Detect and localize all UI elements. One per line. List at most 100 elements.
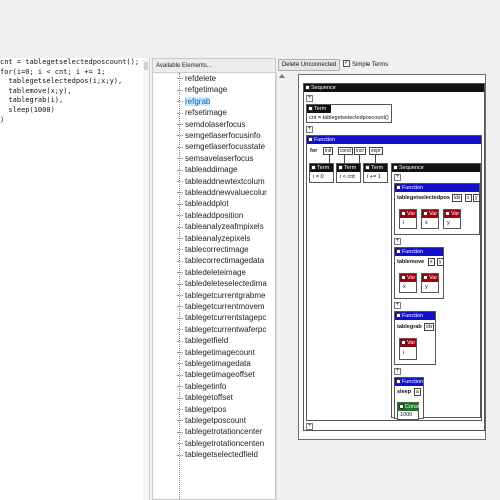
collapse-icon[interactable] — [396, 379, 401, 384]
element-item-refgetimage[interactable]: refgetimage — [177, 84, 275, 95]
element-item-tabledeleteimage[interactable]: tabledeleteimage — [177, 267, 275, 278]
element-item-semgetlaserfocusstate[interactable]: semgetlaserfocusstate — [177, 141, 275, 152]
available-elements-list[interactable]: refdelete refgetimage refgrab refsetimage se… — [153, 73, 275, 499]
param-incr[interactable]: incr — [354, 147, 367, 155]
collapse-icon[interactable] — [396, 249, 401, 254]
inner-sequence-block[interactable]: Sequence + Function tablegetselectedpos … — [391, 163, 481, 420]
element-item-tablegetcurrentwaferpc[interactable]: tablegetcurrentwaferpc — [177, 324, 275, 335]
code-line[interactable]: sleep(1000) — [0, 106, 149, 116]
element-item-tablegetcurrentmovem[interactable]: tablegetcurrentmovem — [177, 301, 275, 312]
delete-unconnected-button[interactable]: Delete Unconnected — [278, 59, 340, 71]
var-block[interactable]: Var y — [443, 209, 461, 229]
collapse-icon[interactable] — [365, 165, 370, 170]
collapse-icon[interactable] — [423, 275, 428, 280]
code-line[interactable]: ) — [0, 116, 149, 126]
code-line[interactable]: for(i=0; i < cnt; i += 1; — [0, 68, 149, 78]
element-item-tablegetimageoffset[interactable]: tablegetimageoffset — [177, 369, 275, 380]
element-item-tablecorrectimagedata[interactable]: tablecorrectimagedata — [177, 255, 275, 266]
collapse-icon[interactable] — [308, 106, 313, 111]
element-item-tablegetinfo[interactable]: tablegetinfo — [177, 381, 275, 392]
collapse-icon[interactable] — [311, 165, 316, 170]
collapse-icon[interactable] — [308, 137, 313, 142]
scroll-up-icon[interactable] — [279, 74, 285, 78]
element-item-tableanalyzepixels[interactable]: tableanalyzepixels — [177, 233, 275, 244]
for-function-block[interactable]: Function for init cond incr expr Term i … — [306, 135, 482, 421]
element-item-tableaddposition[interactable]: tableaddposition — [177, 210, 275, 221]
param-x[interactable]: x — [428, 258, 435, 266]
function-sleep[interactable]: Function sleep a Const 1000 — [394, 377, 424, 420]
element-item-tablegetcurrentstagepc[interactable]: tablegetcurrentstagepc — [177, 312, 275, 323]
var-block[interactable]: Var y — [421, 273, 439, 293]
add-icon[interactable]: + — [394, 174, 401, 181]
simple-terms-checkbox[interactable]: ✓ — [343, 59, 350, 67]
var-block[interactable]: Var i — [399, 209, 417, 229]
element-item-tableaddnewtextcolum[interactable]: tableaddnewtextcolum — [177, 176, 275, 187]
element-item-tablegetselectedfield[interactable]: tablegetselectedfield — [177, 449, 275, 460]
add-icon[interactable]: + — [306, 423, 313, 430]
element-item-tablegetimagedata[interactable]: tablegetimagedata — [177, 358, 275, 369]
add-icon[interactable]: + — [394, 238, 401, 245]
code-line[interactable]: cnt = tablegetselectedposcount(); — [0, 58, 149, 68]
param-y[interactable]: y — [473, 194, 480, 202]
element-item-tablegetpos[interactable]: tablegetpos — [177, 404, 275, 415]
collapse-icon[interactable] — [399, 404, 404, 409]
param-expr[interactable]: expr — [369, 147, 383, 155]
element-item-refsetimage[interactable]: refsetimage — [177, 107, 275, 118]
collapse-icon[interactable] — [396, 185, 401, 190]
scroll-grip[interactable] — [144, 62, 148, 70]
add-icon[interactable]: + — [306, 126, 313, 133]
cond-term-block[interactable]: Term i < cnt — [336, 163, 361, 183]
element-item-semgetlaserfocusinfo[interactable]: semgetlaserfocusinfo — [177, 130, 275, 141]
param-cond[interactable]: cond — [338, 147, 353, 155]
var-block[interactable]: Var i — [399, 338, 417, 360]
element-item-tableanalyzeafmpixels[interactable]: tableanalyzeafmpixels — [177, 221, 275, 232]
element-item-semdolaserfocus[interactable]: semdolaserfocus — [177, 119, 275, 130]
collapse-icon[interactable] — [401, 211, 406, 216]
collapse-icon[interactable] — [401, 340, 406, 345]
sequence-block[interactable]: Sequence + Term cnt = tablegetselectedpo… — [303, 83, 485, 431]
element-item-tablegetoffset[interactable]: tablegetoffset — [177, 392, 275, 403]
var-block[interactable]: Var x — [399, 273, 417, 293]
collapse-icon[interactable] — [396, 313, 401, 318]
collapse-icon[interactable] — [338, 165, 343, 170]
element-item-tablegetcurrentgrabme[interactable]: tablegetcurrentgrabme — [177, 290, 275, 301]
add-icon[interactable]: + — [306, 95, 313, 102]
program-canvas[interactable]: Sequence + Term cnt = tablegetselectedpo… — [298, 74, 486, 440]
collapse-icon[interactable] — [305, 85, 310, 90]
element-item-semsavelaserfocus[interactable]: semsavelaserfocus — [177, 153, 275, 164]
collapse-icon[interactable] — [401, 275, 406, 280]
elements-scrollbar[interactable] — [276, 72, 286, 500]
const-block[interactable]: Const 1000 — [397, 402, 419, 420]
param-y[interactable]: y — [437, 258, 444, 266]
collapse-icon[interactable] — [393, 165, 398, 170]
element-item-tableaddnewvaluecolur[interactable]: tableaddnewvaluecolur — [177, 187, 275, 198]
element-item-tablegetimagecount[interactable]: tablegetimagecount — [177, 347, 275, 358]
term-block[interactable]: Term cnt = tablegetselectedposcount() — [306, 104, 392, 123]
element-item-tablegetrotationcenten[interactable]: tablegetrotationcenten — [177, 438, 275, 449]
code-editor[interactable]: cnt = tablegetselectedposcount(); for(i=… — [0, 58, 150, 500]
element-item-tableaddplot[interactable]: tableaddplot — [177, 198, 275, 209]
code-line[interactable]: tablegrab(i), — [0, 96, 149, 106]
element-item-tablecorrectimage[interactable]: tablecorrectimage — [177, 244, 275, 255]
param-x[interactable]: x — [465, 194, 472, 202]
element-item-refgrab[interactable]: refgrab — [177, 96, 275, 107]
element-item-tableaddimage[interactable]: tableaddimage — [177, 164, 275, 175]
add-icon[interactable]: + — [394, 368, 401, 375]
param-idx[interactable]: idx — [452, 194, 463, 202]
incr-term-block[interactable]: Term i += 1 — [363, 163, 388, 183]
function-tablegrab[interactable]: Function tablegrab idx Var i — [394, 311, 436, 365]
init-term-block[interactable]: Term i = 0 — [309, 163, 334, 183]
element-item-tablegetfield[interactable]: tablegetfield — [177, 335, 275, 346]
code-scrollbar[interactable] — [143, 58, 149, 500]
var-block[interactable]: Var x — [421, 209, 439, 229]
function-tablegetselectedpos[interactable]: Function tablegetselectedpos idx x y Var… — [394, 183, 480, 235]
function-tablemove[interactable]: Function tablemove x y Var x Var y — [394, 247, 444, 299]
param-a[interactable]: a — [414, 388, 421, 396]
element-item-tabledeleteselectedima[interactable]: tabledeleteselectedima — [177, 278, 275, 289]
element-item-refdelete[interactable]: refdelete — [177, 73, 275, 84]
code-line[interactable]: tablegetselectedpos(i;x;y), — [0, 77, 149, 87]
param-init[interactable]: init — [323, 147, 334, 155]
param-idx[interactable]: idx — [424, 323, 435, 331]
collapse-icon[interactable] — [423, 211, 428, 216]
element-item-tablegetposcount[interactable]: tablegetposcount — [177, 415, 275, 426]
